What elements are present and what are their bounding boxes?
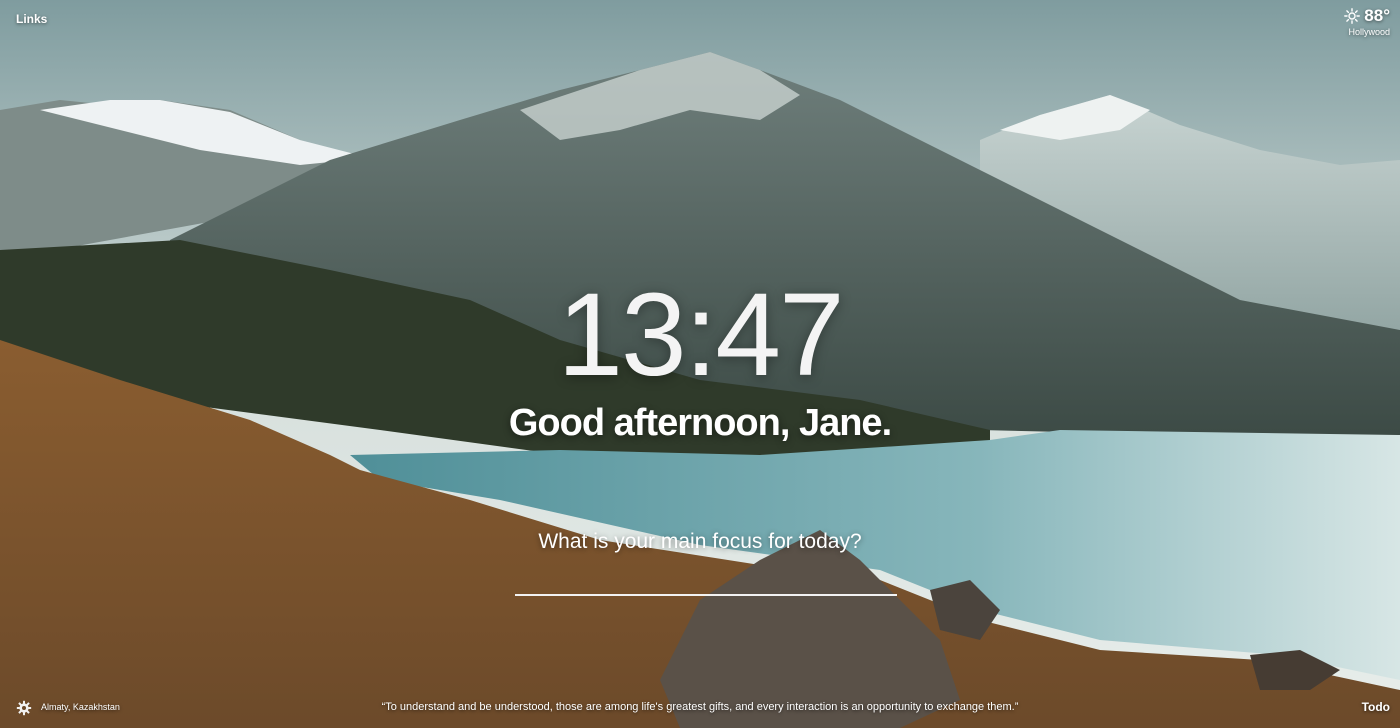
focus-input[interactable]	[515, 566, 897, 596]
weather-location: Hollywood	[1348, 27, 1390, 37]
clock-time: 13:47	[557, 269, 844, 401]
sun-icon	[1344, 8, 1361, 24]
app-window: Links 88° Hollywood 13:47 Good afternoon…	[0, 0, 1400, 728]
daily-quote: “To understand and be understood, those …	[381, 701, 1019, 713]
gear-icon[interactable]	[16, 700, 32, 716]
greeting-text: Good afternoon, Jane.	[508, 402, 892, 444]
weather-temperature: 88°	[1364, 6, 1390, 25]
focus-prompt: What is your main focus for today?	[538, 530, 862, 553]
photo-location[interactable]: Almaty, Kazakhstan	[41, 702, 120, 712]
links-button[interactable]: Links	[16, 12, 47, 26]
weather-widget[interactable]: 88° Hollywood	[1344, 6, 1390, 37]
todo-button[interactable]: Todo	[1362, 700, 1390, 714]
